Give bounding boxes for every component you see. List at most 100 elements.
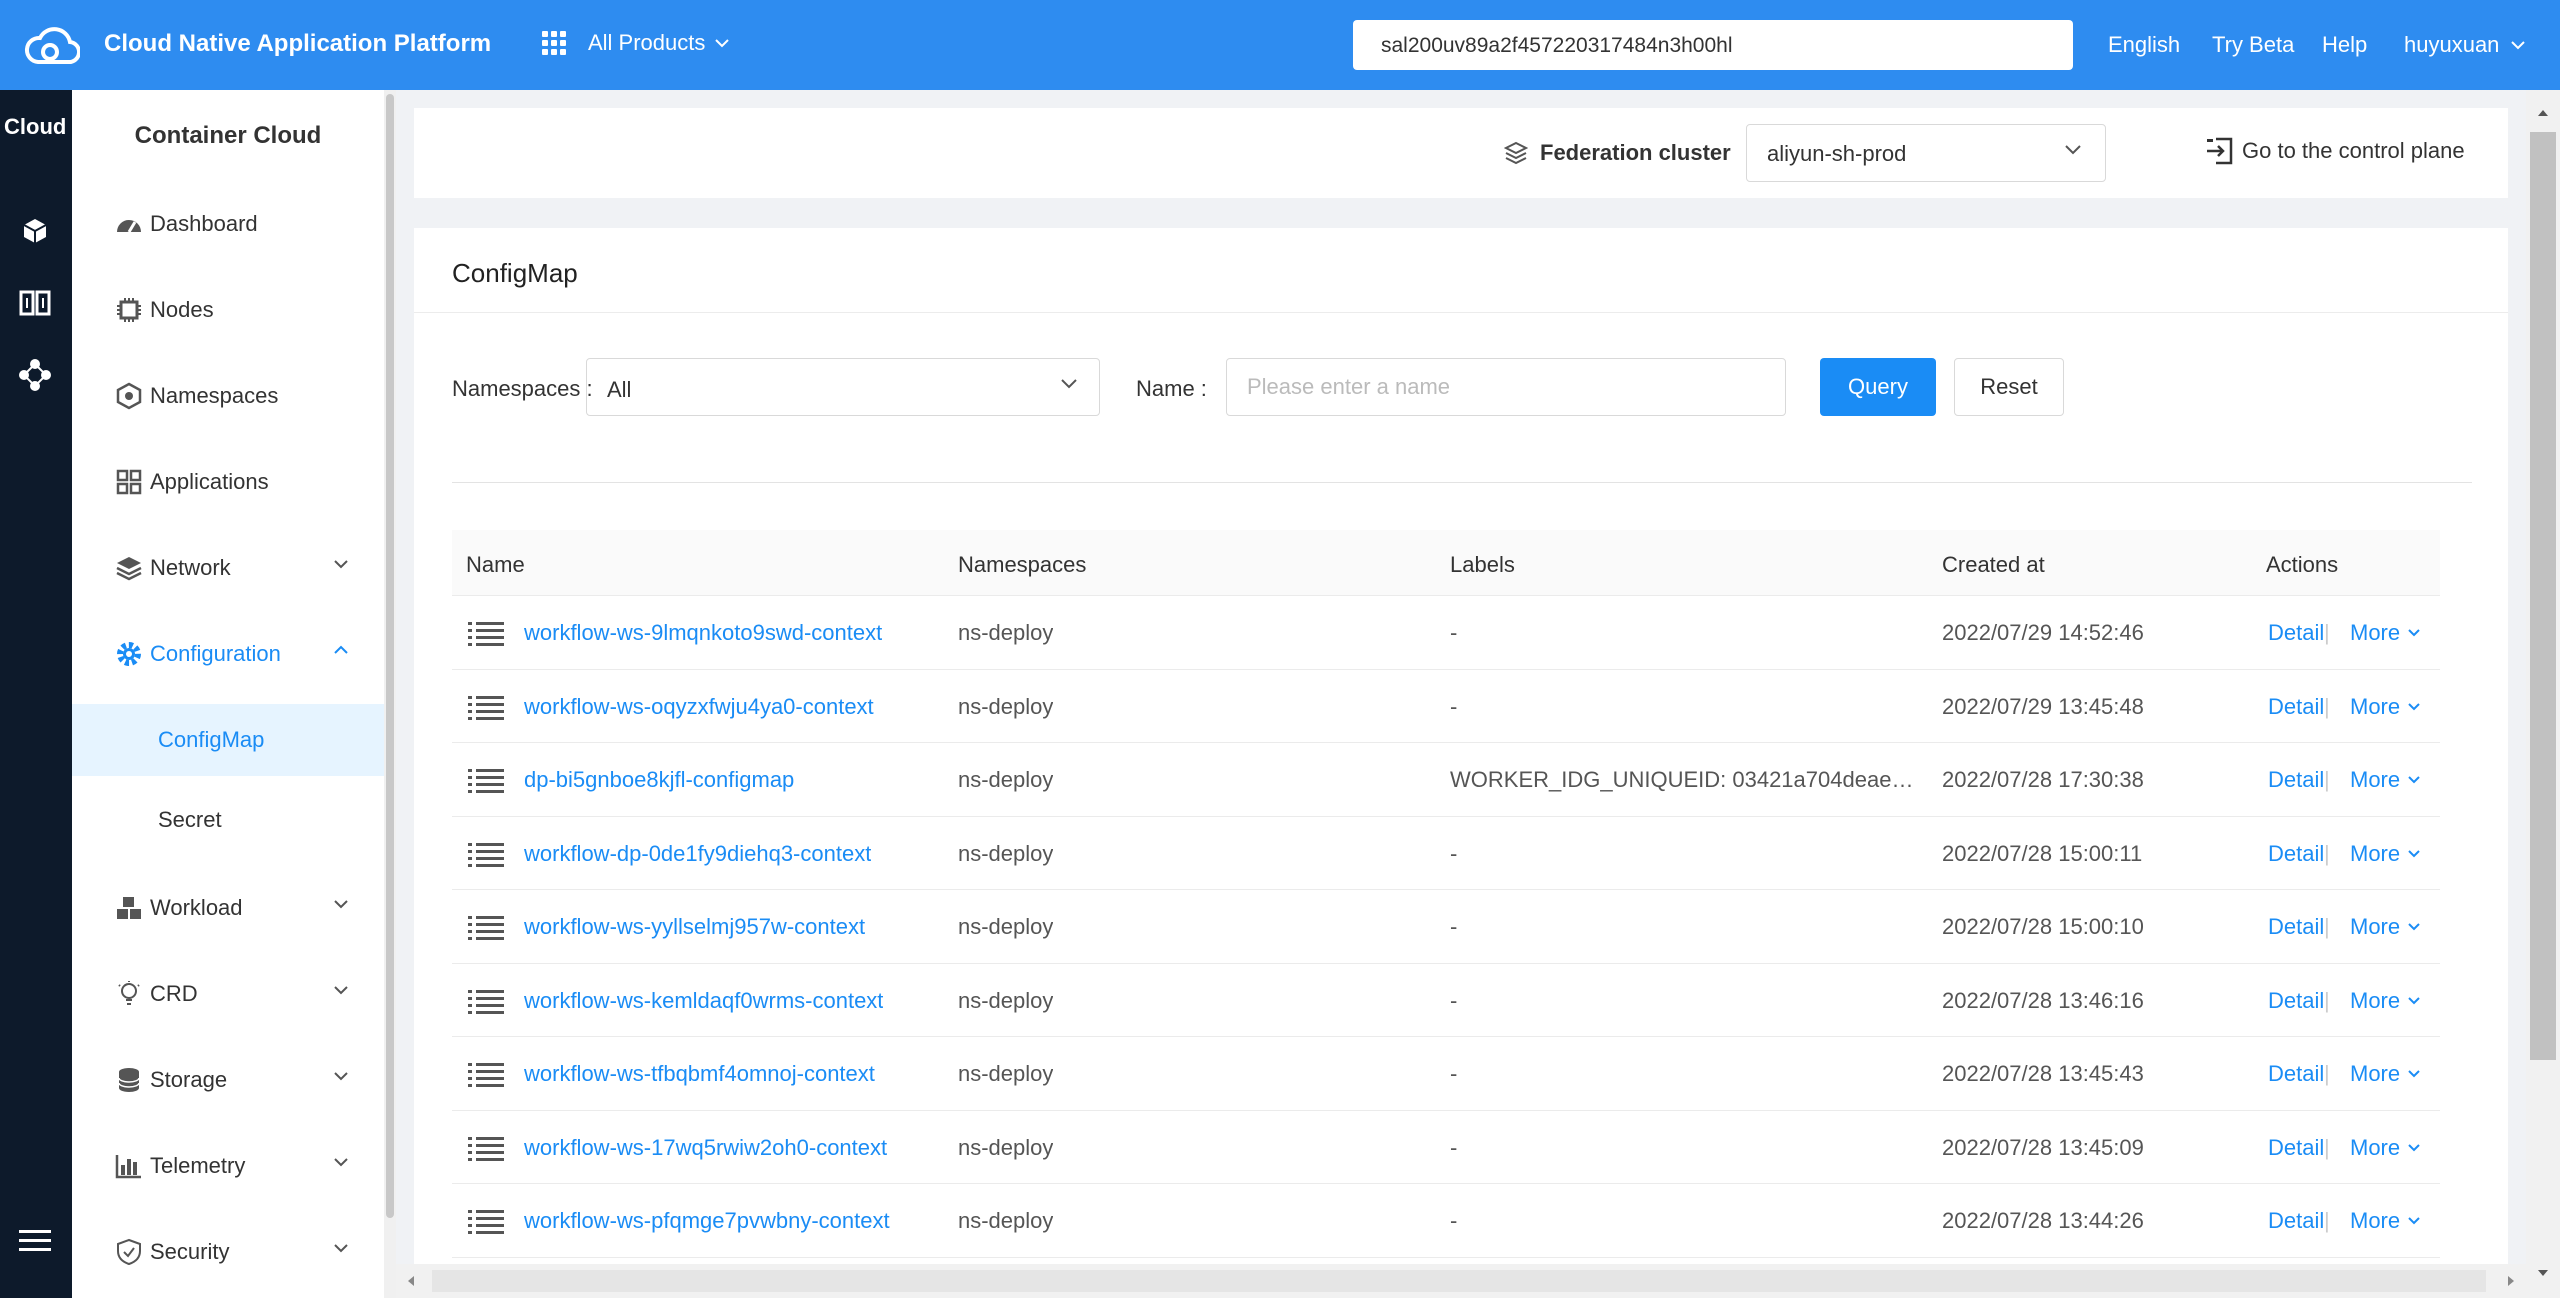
configmap-name-link[interactable]: dp-bi5gnboe8kjfl-configmap (524, 767, 794, 793)
chevron-up-icon (334, 645, 348, 654)
sidebar-item-label: Namespaces (150, 383, 279, 408)
sidebar-item-applications[interactable]: Applications (72, 446, 384, 518)
detail-link[interactable]: Detail (2268, 1061, 2324, 1087)
menu-icon[interactable] (12, 1218, 58, 1264)
namespace-cell: ns-deploy (958, 767, 1054, 792)
detail-link[interactable]: Detail (2268, 988, 2324, 1014)
sidebar-item-workload[interactable]: Workload (72, 872, 384, 944)
bulb-icon (114, 979, 144, 1009)
labels-cell: - (1450, 987, 1458, 1013)
table-row: workflow-ws-9lmqnkoto9swd-context ns-depl… (452, 596, 2440, 670)
go-to-control-plane-link[interactable]: Go to the control plane (2204, 136, 2465, 166)
detail-link[interactable]: Detail (2268, 841, 2324, 867)
layers-icon (114, 553, 144, 583)
sidebar-item-configuration[interactable]: Configuration (72, 618, 384, 690)
more-dropdown[interactable]: More (2350, 841, 2422, 867)
sidebar-subitem-secret[interactable]: Secret (72, 784, 384, 856)
cloud-logo-icon[interactable] (24, 22, 80, 68)
more-dropdown[interactable]: More (2350, 767, 2422, 793)
column-header-namespaces: Namespaces (958, 552, 1087, 577)
divider (452, 482, 2472, 483)
scroll-left-arrow-icon[interactable] (396, 1264, 426, 1298)
product-rail: Cloud (0, 90, 72, 1298)
configmap-name-link[interactable]: workflow-dp-0de1fy9diehq3-context (524, 841, 871, 867)
sidebar-item-namespaces[interactable]: Namespaces (72, 360, 384, 432)
chevron-down-icon (2511, 41, 2526, 50)
sidebar-scrollbar[interactable] (384, 90, 396, 1298)
rail-label: Cloud (4, 114, 67, 139)
book-icon[interactable] (12, 280, 58, 326)
sidebar-scrollbar-thumb[interactable] (386, 94, 394, 1218)
more-dropdown[interactable]: More (2350, 1061, 2422, 1087)
sidebar-item-telemetry[interactable]: Telemetry (72, 1130, 384, 1202)
more-dropdown[interactable]: More (2350, 1135, 2422, 1161)
labels-cell: - (1450, 693, 1458, 719)
labels-cell: - (1450, 914, 1458, 939)
query-button[interactable]: Query (1820, 358, 1936, 416)
global-search-input[interactable]: sal200uv89a2f457220317484n3h00hl (1353, 20, 2073, 70)
chevron-down-icon (334, 986, 348, 995)
horizontal-scrollbar-thumb[interactable] (432, 1270, 2486, 1292)
try-beta-link[interactable]: Try Beta (2212, 32, 2294, 58)
name-filter-label: Name : (1136, 376, 1207, 401)
nodes-icon[interactable] (12, 352, 58, 398)
federation-selected: aliyun-sh-prod (1767, 141, 1907, 166)
configmap-name-link[interactable]: workflow-ws-pfqmge7pvwbny-context (524, 1208, 890, 1234)
configmap-name-link[interactable]: workflow-ws-17wq5rwiw2oh0-context (524, 1135, 887, 1161)
chevron-down-icon (2065, 145, 2081, 155)
configmap-name-link[interactable]: workflow-ws-kemldaqf0wrms-context (524, 988, 883, 1014)
namespaces-selected: All (607, 377, 632, 402)
namespace-cell: ns-deploy (958, 1208, 1054, 1233)
reset-button[interactable]: Reset (1954, 358, 2064, 416)
list-icon (468, 842, 504, 867)
app-title[interactable]: Cloud Native Application Platform (104, 30, 491, 58)
table-row: workflow-ws-17wq5rwiw2oh0-context ns-depl… (452, 1111, 2440, 1184)
table-row: dp-bi5gnboe8kjfl-configmap ns-deploy WORKE… (452, 743, 2440, 817)
federation-cluster-select[interactable]: aliyun-sh-prod (1746, 124, 2106, 182)
cube-icon[interactable] (12, 208, 58, 254)
sidebar-item-dashboard[interactable]: Dashboard (72, 188, 384, 260)
more-dropdown[interactable]: More (2350, 1208, 2422, 1234)
apps-icon (114, 467, 144, 497)
detail-link[interactable]: Detail (2268, 694, 2324, 720)
sidebar-item-label: Telemetry (150, 1153, 246, 1178)
created-at-cell: 2022/07/28 17:30:38 (1942, 767, 2144, 792)
sidebar-item-nodes[interactable]: Nodes (72, 274, 384, 346)
page-horizontal-scrollbar[interactable] (396, 1264, 2526, 1298)
detail-link[interactable]: Detail (2268, 914, 2324, 940)
cubes-icon (114, 893, 144, 923)
sidebar-subitem-configmap[interactable]: ConfigMap (72, 704, 384, 776)
all-products-menu[interactable]: All Products (542, 30, 731, 56)
language-link[interactable]: English (2108, 32, 2180, 58)
detail-link[interactable]: Detail (2268, 620, 2324, 646)
scroll-up-arrow-icon[interactable] (2526, 96, 2560, 130)
scroll-right-arrow-icon[interactable] (2496, 1264, 2526, 1298)
namespaces-select[interactable]: All (586, 358, 1100, 416)
detail-link[interactable]: Detail (2268, 1135, 2324, 1161)
sidebar-item-storage[interactable]: Storage (72, 1044, 384, 1116)
more-dropdown[interactable]: More (2350, 914, 2422, 940)
sidebar-item-security[interactable]: Security (72, 1216, 384, 1288)
more-dropdown[interactable]: More (2350, 988, 2422, 1014)
more-dropdown[interactable]: More (2350, 694, 2422, 720)
configmap-name-link[interactable]: workflow-ws-9lmqnkoto9swd-context (524, 620, 882, 646)
scroll-down-arrow-icon[interactable] (2526, 1256, 2560, 1290)
sidebar-item-label: Nodes (150, 297, 214, 322)
help-link[interactable]: Help (2322, 32, 2367, 58)
sidebar-item-network[interactable]: Network (72, 532, 384, 604)
detail-link[interactable]: Detail (2268, 767, 2324, 793)
created-at-cell: 2022/07/28 13:44:26 (1942, 1208, 2144, 1233)
configmap-name-link[interactable]: workflow-ws-yyllselmj957w-context (524, 914, 865, 940)
page-vertical-scrollbar[interactable] (2526, 90, 2560, 1298)
sidebar-item-crd[interactable]: CRD (72, 958, 384, 1030)
user-menu[interactable]: huyuxuan (2404, 32, 2527, 58)
name-search-input[interactable] (1226, 358, 1786, 416)
configmap-name-link[interactable]: workflow-ws-tfbqbmf4omnoj-context (524, 1061, 875, 1087)
chevron-down-icon (2408, 849, 2420, 857)
chevron-down-icon (334, 900, 348, 909)
page-scrollbar-thumb[interactable] (2530, 132, 2556, 1060)
detail-link[interactable]: Detail (2268, 1208, 2324, 1234)
more-dropdown[interactable]: More (2350, 620, 2422, 646)
chip-icon (114, 295, 144, 325)
configmap-name-link[interactable]: workflow-ws-oqyzxfwju4ya0-context (524, 694, 874, 720)
